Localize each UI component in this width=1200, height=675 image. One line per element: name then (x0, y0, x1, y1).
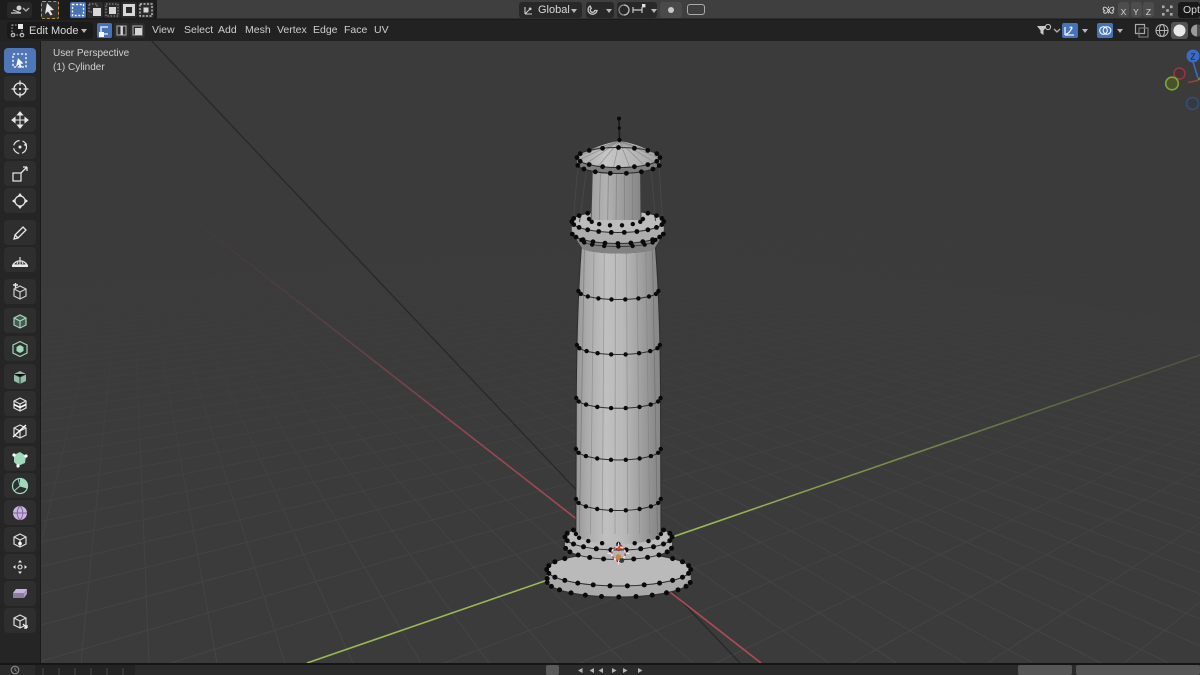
svg-text:Z: Z (1191, 53, 1196, 62)
svg-text:(1) Cylinder: (1) Cylinder (53, 62, 105, 73)
svg-text:User Perspective: User Perspective (53, 48, 130, 59)
